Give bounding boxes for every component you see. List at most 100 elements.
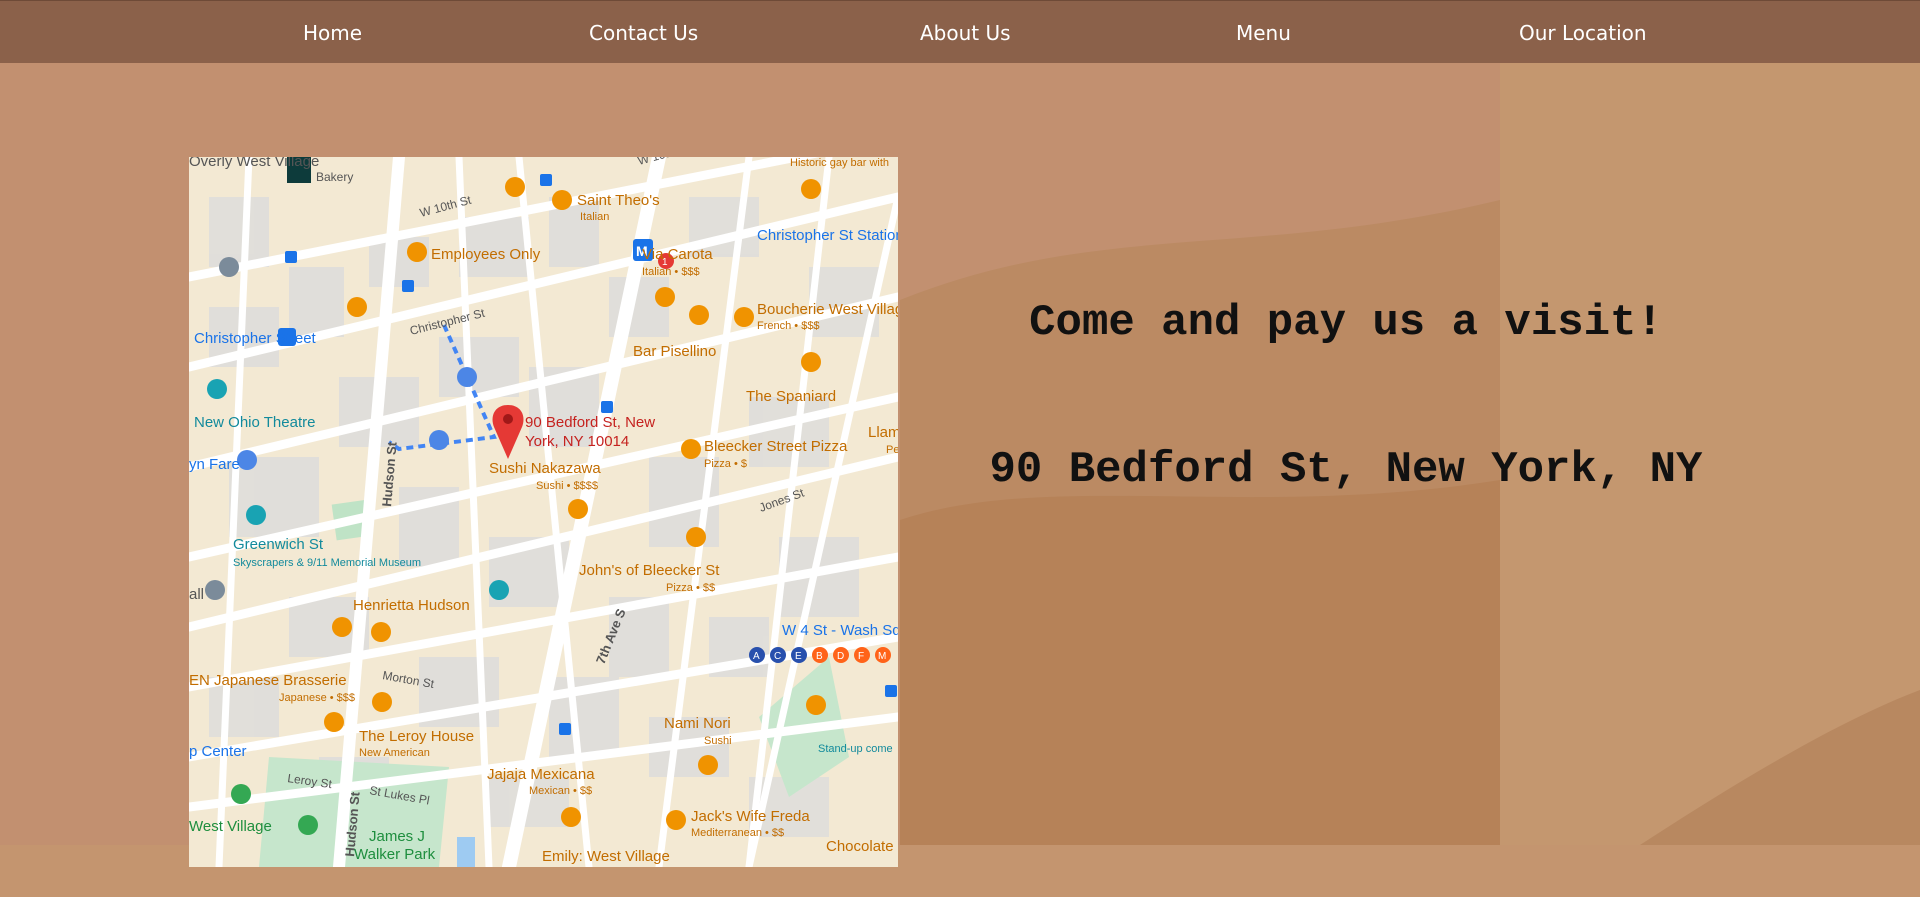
svg-text:A: A: [753, 651, 760, 662]
svg-text:Italian: Italian: [580, 211, 609, 223]
bar-pin-icon: [689, 305, 709, 325]
svg-text:Italian • $$$: Italian • $$$: [642, 266, 700, 278]
svg-text:W 4 St - Wash Sq: W 4 St - Wash Sq: [782, 622, 898, 639]
svg-text:Llama: Llama: [868, 424, 898, 441]
svg-text:all: all: [189, 586, 204, 603]
restaurant-pin-icon: [372, 692, 392, 712]
svg-text:Christopher St Station: Christopher St Station: [757, 227, 898, 244]
restaurant-pin-icon: [698, 755, 718, 775]
svg-text:Greenwich St: Greenwich St: [233, 536, 324, 553]
attraction-pin-icon: [489, 580, 509, 600]
bus-stop-icon: [402, 280, 414, 292]
pool-area: [457, 837, 475, 867]
svg-text:New American: New American: [359, 747, 430, 759]
svg-text:The Spaniard: The Spaniard: [746, 388, 836, 405]
svg-text:p Center: p Center: [189, 743, 247, 760]
svg-text:Sushi: Sushi: [704, 735, 732, 747]
bar-pin-icon: [801, 352, 821, 372]
svg-text:Walker Park: Walker Park: [354, 846, 436, 863]
bus-stop-icon: [885, 685, 897, 697]
restaurant-pin-icon: [666, 810, 686, 830]
svg-text:yn Fare: yn Fare: [189, 456, 240, 473]
restaurant-pin-icon: [655, 287, 675, 307]
svg-text:Christopher Street: Christopher Street: [194, 330, 317, 347]
nav-our-location-link[interactable]: Our Location: [1519, 21, 1647, 45]
restaurant-pin-icon: [324, 712, 344, 732]
restaurant-pin-icon: [806, 695, 826, 715]
bar-pin-icon: [371, 622, 391, 642]
park-pin-icon: [231, 784, 251, 804]
svg-text:Bar Pisellino: Bar Pisellino: [633, 343, 716, 360]
pin-address-line2: York, NY 10014: [525, 433, 629, 450]
attraction-pin-icon: [207, 379, 227, 399]
svg-text:Saint Theo's: Saint Theo's: [577, 192, 660, 209]
svg-text:Bakery: Bakery: [316, 170, 353, 184]
school-pin-icon: [219, 257, 239, 277]
page-headline: Come and pay us a visit!: [1029, 298, 1663, 348]
svg-text:Overly West Village: Overly West Village: [189, 157, 319, 170]
svg-text:Sushi • $$$$: Sushi • $$$$: [536, 480, 598, 492]
bar-pin-icon: [347, 297, 367, 317]
svg-text:Chocolate: Chocolate: [826, 838, 894, 855]
svg-text:Stand-up come: Stand-up come: [818, 743, 893, 755]
bus-stop-icon: [540, 174, 552, 186]
bus-stop-icon: [559, 723, 571, 735]
restaurant-pin-icon: [552, 190, 572, 210]
svg-text:Jack's Wife Freda: Jack's Wife Freda: [691, 808, 810, 825]
pin-address-line1: 90 Bedford St, New: [525, 414, 655, 431]
nav-contact-us-link[interactable]: Contact Us: [589, 21, 698, 45]
svg-text:Emily: West Village: Emily: West Village: [542, 848, 670, 865]
svg-text:Henrietta Hudson: Henrietta Hudson: [353, 597, 470, 614]
park-pin-icon: [298, 815, 318, 835]
top-navbar: Home Contact Us About Us Menu Our Locati…: [0, 0, 1920, 63]
svg-text:E: E: [795, 651, 802, 662]
bus-stop-icon: [285, 251, 297, 263]
svg-text:D: D: [837, 651, 844, 662]
svg-text:Skyscrapers & 9/11 Memorial Mu: Skyscrapers & 9/11 Memorial Museum: [233, 557, 421, 569]
nav-menu-link[interactable]: Menu: [1236, 21, 1291, 45]
restaurant-pin-icon: [681, 439, 701, 459]
svg-text:Japanese • $$$: Japanese • $$$: [279, 692, 355, 704]
map-canvas[interactable]: M 1 A C E B D F M 90 Bedford St, New Yor…: [189, 157, 898, 867]
svg-text:Sushi Nakazawa: Sushi Nakazawa: [489, 460, 601, 477]
attraction-pin-icon: [246, 505, 266, 525]
svg-text:Pizza • $: Pizza • $: [704, 458, 747, 470]
place-pin-icon: [205, 580, 225, 600]
svg-text:M: M: [878, 651, 886, 662]
restaurant-pin-icon: [332, 617, 352, 637]
restaurant-pin-icon: [686, 527, 706, 547]
svg-text:EN Japanese Brasserie: EN Japanese Brasserie: [189, 672, 347, 689]
svg-text:Bleecker Street Pizza: Bleecker Street Pizza: [704, 438, 848, 455]
svg-text:Pe: Pe: [886, 444, 898, 456]
restaurant-pin-icon: [734, 307, 754, 327]
svg-text:French • $$$: French • $$$: [757, 320, 820, 332]
restaurant-address: 90 Bedford St, New York, NY: [989, 445, 1703, 495]
svg-text:Via Carota: Via Carota: [642, 246, 713, 263]
location-map[interactable]: M 1 A C E B D F M 90 Bedford St, New Yor…: [189, 157, 898, 867]
svg-text:Mediterranean • $$: Mediterranean • $$: [691, 827, 784, 839]
restaurant-pin-icon: [561, 807, 581, 827]
restaurant-pin-icon: [505, 177, 525, 197]
svg-text:Mexican • $$: Mexican • $$: [529, 785, 592, 797]
bar-pin-icon: [801, 179, 821, 199]
svg-text:John's of Bleecker St: John's of Bleecker St: [579, 562, 720, 579]
svg-text:B: B: [816, 651, 823, 662]
svg-text:F: F: [858, 651, 864, 662]
svg-text:James J: James J: [369, 828, 425, 845]
svg-text:The Leroy House: The Leroy House: [359, 728, 474, 745]
svg-text:Boucherie West Villag: Boucherie West Villag: [757, 301, 898, 318]
nav-about-us-link[interactable]: About Us: [920, 21, 1011, 45]
nav-home-link[interactable]: Home: [303, 21, 362, 45]
svg-text:Historic gay bar with: Historic gay bar with: [790, 157, 889, 169]
bus-stop-icon: [601, 401, 613, 413]
svg-text:New Ohio Theatre: New Ohio Theatre: [194, 414, 315, 431]
walking-icon: [429, 430, 449, 450]
bar-pin-icon: [407, 242, 427, 262]
svg-text:Jajaja Mexicana: Jajaja Mexicana: [487, 766, 595, 783]
svg-text:C: C: [774, 651, 781, 662]
svg-text:Nami Nori: Nami Nori: [664, 715, 731, 732]
svg-text:Employees Only: Employees Only: [431, 246, 541, 263]
shopping-pin-icon: [237, 450, 257, 470]
svg-text:Pizza • $$: Pizza • $$: [666, 582, 715, 594]
walking-icon: [457, 367, 477, 387]
